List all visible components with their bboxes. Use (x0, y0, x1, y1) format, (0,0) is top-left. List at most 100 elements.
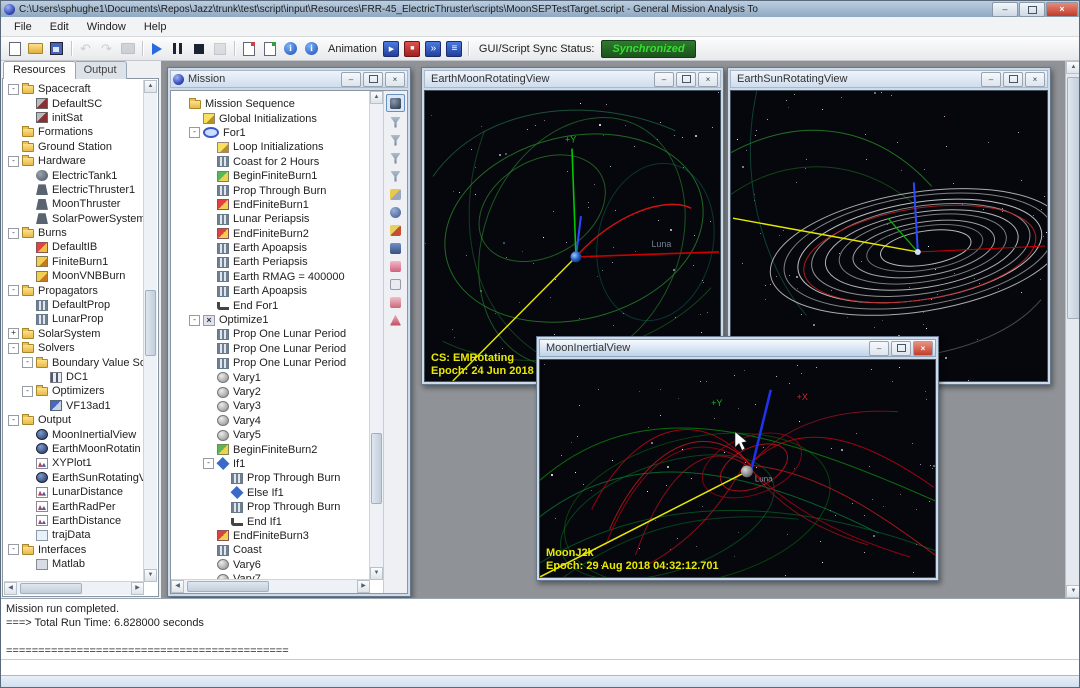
mission-tree-item[interactable]: Prop Through Burn (171, 500, 370, 514)
mission-filter-button-10[interactable] (387, 276, 404, 292)
app-close-button[interactable]: × (1046, 2, 1078, 17)
mission-tree-item[interactable]: Loop Initializations (171, 140, 370, 154)
tab-output[interactable]: Output (74, 61, 127, 79)
resources-tree-item[interactable]: ElectricTank1 (4, 168, 144, 182)
resources-tree-item[interactable]: LunarProp (4, 312, 144, 326)
scroll-thumb[interactable] (1067, 77, 1080, 319)
expander-icon[interactable]: - (189, 127, 200, 138)
resources-tree-item[interactable]: - Hardware (4, 154, 144, 168)
mission-filter-button-8[interactable] (387, 240, 404, 256)
scroll-thumb[interactable] (187, 581, 269, 592)
app-restore-button[interactable] (1019, 2, 1045, 17)
mission-tree-item[interactable]: BeginFiniteBurn1 (171, 169, 370, 183)
earth-sun-close-button[interactable]: × (1025, 72, 1045, 87)
resources-tree-item[interactable]: - Propagators (4, 283, 144, 297)
earth-sun-restore-button[interactable] (1003, 72, 1023, 87)
mission-tree-item[interactable]: Earth Apoapsis (171, 284, 370, 298)
toolbar-separator[interactable] (230, 39, 238, 59)
resources-tree-item[interactable]: - Optimizers (4, 384, 144, 398)
mission-tree-item[interactable]: End If1 (171, 514, 370, 528)
mission-tree-item[interactable]: Coast for 2 Hours (171, 155, 370, 169)
resources-tree-item[interactable]: EarthSunRotatingV (4, 471, 144, 485)
resources-tree-item[interactable]: VF13ad1 (4, 399, 144, 413)
mission-filter-button-4[interactable] (387, 168, 404, 184)
mission-filter-button-11[interactable] (387, 294, 404, 310)
expander-icon[interactable]: - (22, 386, 33, 397)
tab-resources[interactable]: Resources (3, 61, 76, 79)
mission-tree-item[interactable]: - If1 (171, 457, 370, 471)
mission-minimize-button[interactable]: – (341, 72, 361, 87)
resources-tree-item[interactable]: DefaultProp (4, 298, 144, 312)
mission-tree-item[interactable]: - For1 (171, 126, 370, 140)
resources-tree-item[interactable]: EarthMoonRotatin (4, 442, 144, 456)
mission-tree-item[interactable]: Prop Through Burn (171, 183, 370, 197)
menu-help[interactable]: Help (135, 19, 176, 35)
mission-filter-button-1[interactable] (387, 114, 404, 130)
mission-tree-item[interactable]: Coast (171, 543, 370, 557)
mission-window-title-bar[interactable]: Mission – × (170, 70, 408, 88)
mission-tree-item[interactable]: Prop One Lunar Period (171, 327, 370, 341)
animation-stop-button[interactable] (402, 39, 423, 59)
resources-tree-item[interactable]: + SolarSystem (4, 327, 144, 341)
pause-button[interactable] (167, 39, 188, 59)
save-button[interactable] (46, 39, 67, 59)
screenshot-button[interactable] (117, 39, 138, 59)
redo-button[interactable] (96, 39, 117, 59)
mission-tree-item[interactable]: Earth RMAG = 400000 (171, 270, 370, 284)
resources-tree-item[interactable]: EarthRadPer (4, 499, 144, 513)
new-script-button[interactable] (4, 39, 25, 59)
moon-inertial-minimize-button[interactable]: – (869, 341, 889, 356)
mission-tree-item[interactable]: Lunar Periapsis (171, 212, 370, 226)
build-run-script-button[interactable] (259, 39, 280, 59)
resources-tree-item[interactable]: - Spacecraft (4, 82, 144, 96)
mission-tree-item[interactable]: Prop One Lunar Period (171, 342, 370, 356)
expander-icon[interactable]: - (8, 343, 19, 354)
mission-tree-item[interactable]: EndFiniteBurn2 (171, 227, 370, 241)
resources-tree-item[interactable]: FiniteBurn1 (4, 255, 144, 269)
expander-icon[interactable]: - (8, 544, 19, 555)
scroll-thumb[interactable] (145, 290, 156, 356)
scroll-right-icon[interactable]: ▶ (131, 582, 144, 595)
mission-filter-button-5[interactable] (387, 186, 404, 202)
expander-icon[interactable]: - (203, 458, 214, 469)
scroll-down-icon[interactable]: ▼ (1066, 585, 1080, 598)
animation-fast-button[interactable] (423, 39, 444, 59)
mission-vertical-scrollbar[interactable]: ▲ ▼ (369, 91, 383, 580)
resources-tree-item[interactable]: Ground Station (4, 140, 144, 154)
mission-filter-button-7[interactable] (387, 222, 404, 238)
mdi-vertical-scrollbar[interactable]: ▲ ▼ (1065, 61, 1080, 598)
scroll-up-icon[interactable]: ▲ (144, 80, 157, 93)
mission-horizontal-scrollbar[interactable]: ◀ ▶ (171, 579, 370, 593)
resources-tree-item[interactable]: DefaultIB (4, 240, 144, 254)
resources-tree-item[interactable]: LunarDistance (4, 485, 144, 499)
resources-tree-item[interactable]: DC1 (4, 370, 144, 384)
expander-icon[interactable]: + (8, 328, 19, 339)
app-minimize-button[interactable]: – (992, 2, 1018, 17)
resources-tree-item[interactable]: - Interfaces (4, 543, 144, 557)
expander-icon[interactable]: - (8, 228, 19, 239)
mission-filter-button-9[interactable] (387, 258, 404, 274)
stop-button[interactable] (188, 39, 209, 59)
scroll-down-icon[interactable]: ▼ (370, 567, 383, 580)
moon-inertial-close-button[interactable]: × (913, 341, 933, 356)
toolbar-separator[interactable] (67, 39, 75, 59)
resources-tree-item[interactable]: Formations (4, 125, 144, 139)
mission-close-button[interactable]: × (385, 72, 405, 87)
mission-filter-button-12[interactable] (387, 312, 404, 328)
resources-horizontal-scrollbar[interactable]: ◀ ▶ (4, 581, 144, 595)
build-script-button[interactable] (238, 39, 259, 59)
mission-view-options-button[interactable] (386, 94, 405, 112)
menu-window[interactable]: Window (78, 19, 135, 35)
mission-tree-item[interactable]: Vary2 (171, 385, 370, 399)
resources-tree-item[interactable]: Matlab (4, 557, 144, 571)
mission-tree-item[interactable]: - Optimize1 (171, 313, 370, 327)
mission-tree-item[interactable]: BeginFiniteBurn2 (171, 442, 370, 456)
scroll-up-icon[interactable]: ▲ (1066, 61, 1080, 74)
earth-moon-minimize-button[interactable]: – (654, 72, 674, 87)
mission-tree-item[interactable]: Prop One Lunar Period (171, 356, 370, 370)
mission-tree-item[interactable]: End For1 (171, 298, 370, 312)
expander-icon[interactable]: - (8, 84, 19, 95)
build-button[interactable] (209, 39, 230, 59)
mission-filter-button-3[interactable] (387, 150, 404, 166)
resources-tree-item[interactable]: EarthDistance (4, 514, 144, 528)
